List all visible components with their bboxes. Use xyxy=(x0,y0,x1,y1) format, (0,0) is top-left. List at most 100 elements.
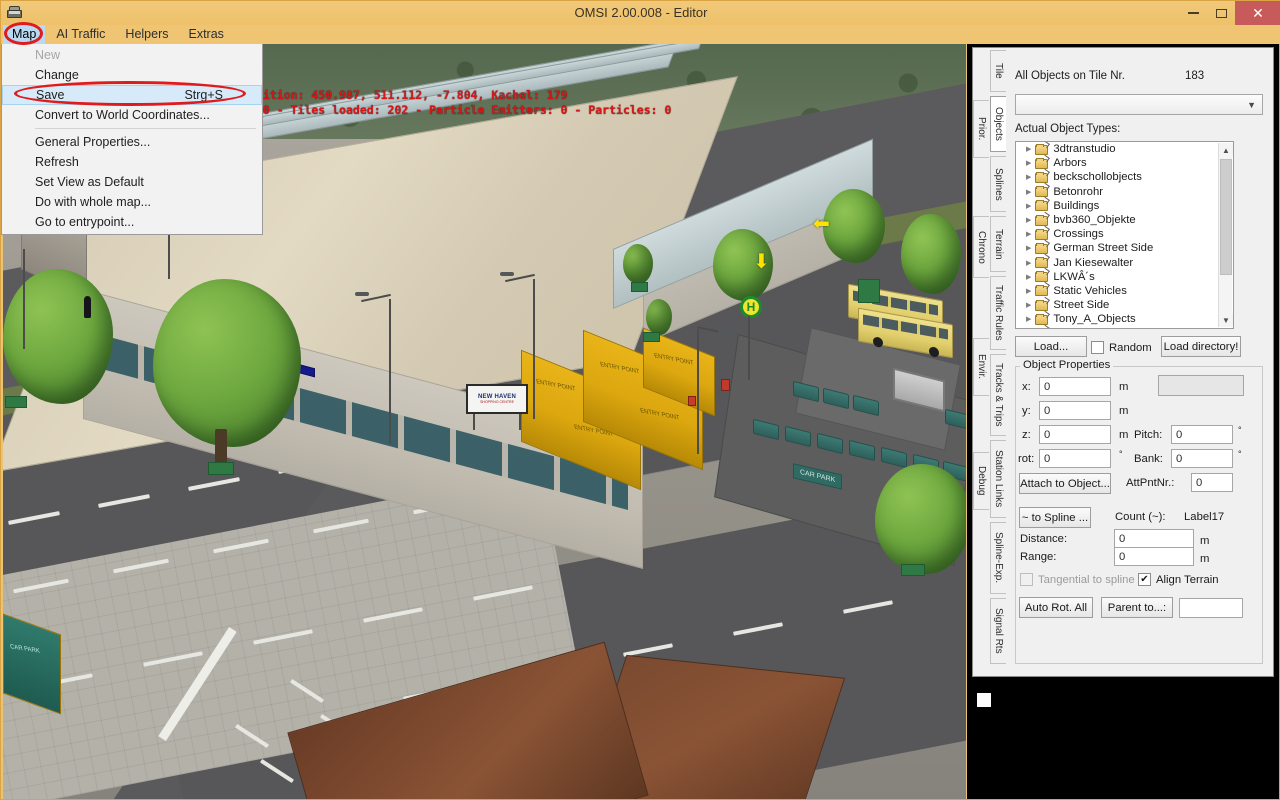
tree-item[interactable]: ▶ Betonrohr xyxy=(1016,182,1233,199)
lamp-head xyxy=(718,330,732,334)
x-input[interactable] xyxy=(1039,377,1111,396)
tree-item[interactable]: ▶ bvb360_Objekte xyxy=(1016,211,1233,227)
tree-item[interactable]: ▶ beckschollobjects xyxy=(1016,168,1233,184)
menu-item-go-to-entrypoint[interactable]: Go to entrypoint... xyxy=(2,212,262,232)
panel-inner: Prior. Chrono Envir. Debug Tile Objects … xyxy=(972,47,1274,677)
scrollbar-thumb[interactable] xyxy=(1220,159,1232,275)
tree-item[interactable]: ▶ Street Side xyxy=(1016,296,1233,312)
align-terrain-checkbox[interactable]: ✔ Align Terrain xyxy=(1138,573,1219,586)
menu-separator xyxy=(35,128,256,129)
tab-traffic-rules[interactable]: Traffic Rules xyxy=(990,276,1006,350)
close-icon[interactable]: ✕ xyxy=(1235,1,1280,25)
folder-icon xyxy=(1035,268,1051,283)
tangential-to-spline-checkbox[interactable]: Tangential to spline xyxy=(1020,573,1135,586)
tab-splines[interactable]: Splines xyxy=(990,156,1006,212)
folder-icon xyxy=(1035,296,1051,311)
object-properties-title: Object Properties xyxy=(1020,359,1114,371)
maximize-icon[interactable] xyxy=(1207,1,1235,25)
lamp-head xyxy=(500,272,514,276)
menu-map[interactable]: Map xyxy=(3,25,46,44)
tree-item-partial[interactable]: ▶ xyxy=(1016,324,1233,328)
minimize-icon[interactable] xyxy=(1179,1,1207,25)
tab-signal-rts[interactable]: Signal Rts xyxy=(990,598,1006,664)
menu-item-general-properties[interactable]: General Properties... xyxy=(2,132,262,152)
load-button[interactable]: Load... xyxy=(1015,336,1087,357)
menu-item-save[interactable]: Save Strg+S xyxy=(2,85,262,105)
folder-icon xyxy=(1035,182,1051,198)
tree-item-label: Crossings xyxy=(1053,228,1104,241)
tree-item[interactable]: ▶ 3dtranstudio xyxy=(1016,142,1233,156)
post-box xyxy=(721,379,730,391)
pitch-input[interactable] xyxy=(1171,425,1233,444)
tree xyxy=(823,189,885,263)
lamp-head xyxy=(355,292,369,296)
lamp-post xyxy=(389,299,391,444)
menu-item-save-accel: Strg+S xyxy=(184,88,223,102)
menu-helpers[interactable]: Helpers xyxy=(116,25,177,44)
tab-chrono[interactable]: Chrono xyxy=(973,216,989,278)
object-types-tree[interactable]: ▶ 3dtranstudio ▶ Arbors ▶ beckschollobjects… xyxy=(1015,141,1234,329)
auto-rot-all-button[interactable]: Auto Rot. All xyxy=(1019,597,1093,618)
menu-ai-traffic[interactable]: AI Traffic xyxy=(47,25,114,44)
tab-envir[interactable]: Envir. xyxy=(973,338,989,396)
z-input[interactable] xyxy=(1039,425,1111,444)
tree-item[interactable]: ▶ Buildings xyxy=(1016,197,1233,213)
tree-item[interactable]: ▶ Static Vehicles xyxy=(1016,282,1233,298)
distance-input[interactable] xyxy=(1114,529,1194,548)
tree-item-label: German Street Side xyxy=(1053,242,1154,255)
tree-scrollbar[interactable]: ▲ ▼ xyxy=(1218,143,1233,327)
tree xyxy=(646,299,672,335)
tree-item-label: Street Side xyxy=(1053,299,1110,312)
tab-spline-exp[interactable]: Spline-Exp. xyxy=(990,522,1006,594)
menu-item-set-view-as-default[interactable]: Set View as Default xyxy=(2,172,262,192)
chevron-down-icon: ▼ xyxy=(1247,99,1256,110)
tree xyxy=(901,214,961,294)
menu-item-new[interactable]: New xyxy=(2,45,262,65)
tree-item[interactable]: ▶ LKWÂ´s xyxy=(1016,268,1233,284)
scroll-down-icon[interactable]: ▼ xyxy=(1219,313,1233,327)
rot-input[interactable] xyxy=(1039,449,1111,468)
menu-extras[interactable]: Extras xyxy=(180,25,233,44)
tab-prior[interactable]: Prior. xyxy=(973,100,989,158)
folder-icon xyxy=(1035,239,1051,254)
y-input[interactable] xyxy=(1039,401,1111,420)
attpntnr-label: AttPntNr.: xyxy=(1126,477,1175,489)
menu-item-refresh[interactable]: Refresh xyxy=(2,152,262,172)
tree-item-label: beckschollobjects xyxy=(1053,171,1142,184)
all-objects-on-tile-label: All Objects on Tile Nr. xyxy=(1015,70,1125,82)
tab-tracks-trips[interactable]: Tracks & Trips xyxy=(990,354,1006,436)
parent-to-button[interactable]: Parent to...: xyxy=(1101,597,1173,618)
to-spline-button[interactable]: ~ to Spline ... xyxy=(1019,507,1091,528)
menu-item-convert-to-world-coordinates[interactable]: Convert to World Coordinates... xyxy=(2,105,262,125)
load-directory-button[interactable]: Load directory! xyxy=(1161,336,1241,357)
tree-item[interactable]: ▶ Arbors xyxy=(1016,154,1233,170)
tree-item[interactable]: ▶ Tony_A_Objects xyxy=(1016,310,1233,326)
tab-station-links[interactable]: Station Links xyxy=(990,440,1006,518)
tree-item[interactable]: ▶ Jan Kiesewalter xyxy=(1016,253,1233,270)
range-input[interactable] xyxy=(1114,547,1194,566)
tab-debug[interactable]: Debug xyxy=(973,452,989,510)
omsi-editor-window: OMSI 2.00.008 - Editor ✕ Map AI Traffic … xyxy=(0,0,1280,800)
window-title: OMSI 2.00.008 - Editor xyxy=(574,5,708,20)
object-select-combo[interactable]: ▼ xyxy=(1015,94,1263,115)
menu-item-change[interactable]: Change xyxy=(2,65,262,85)
random-checkbox[interactable]: Random xyxy=(1091,341,1152,354)
tab-tile[interactable]: Tile xyxy=(990,50,1006,92)
title-bar: OMSI 2.00.008 - Editor ✕ xyxy=(1,1,1280,25)
attach-to-object-button[interactable]: Attach to Object... xyxy=(1019,473,1111,494)
parent-to-input[interactable] xyxy=(1179,598,1243,618)
tree-item[interactable]: ▶ Crossings xyxy=(1016,225,1233,241)
tab-terrain[interactable]: Terrain xyxy=(990,216,1006,272)
distance-unit: m xyxy=(1200,535,1210,547)
folder-icon xyxy=(1035,282,1051,297)
bank-input[interactable] xyxy=(1171,449,1233,468)
attpntnr-input[interactable] xyxy=(1191,473,1233,492)
folder-icon xyxy=(1035,211,1051,226)
tree-base-box xyxy=(643,332,660,342)
folder-icon xyxy=(1035,253,1051,269)
tab-objects[interactable]: Objects xyxy=(990,96,1006,152)
scroll-up-icon[interactable]: ▲ xyxy=(1219,143,1233,157)
tree-item[interactable]: ▶ German Street Side xyxy=(1016,239,1233,255)
actual-object-types-label: Actual Object Types: xyxy=(1015,123,1121,135)
menu-item-do-with-whole-map[interactable]: Do with whole map... xyxy=(2,192,262,212)
